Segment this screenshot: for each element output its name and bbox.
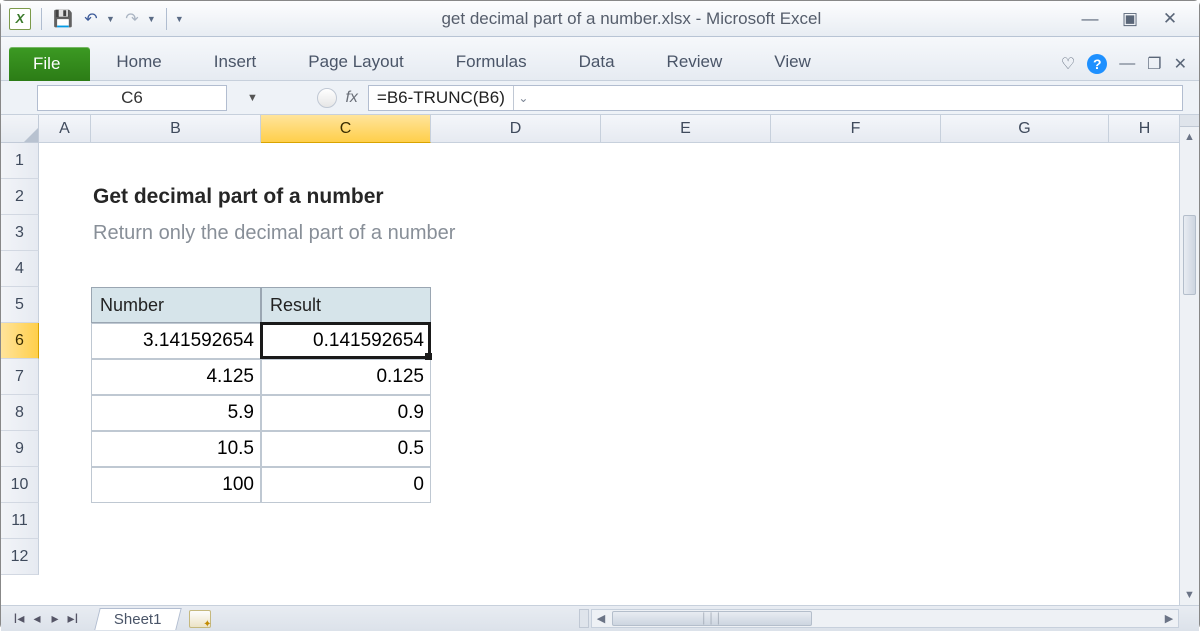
horizontal-scroll-thumb[interactable]: │││ [612, 611, 812, 626]
column-header-E[interactable]: E [601, 115, 771, 143]
scroll-up-icon[interactable]: ▲ [1180, 127, 1199, 147]
home-tab[interactable]: Home [90, 44, 187, 80]
table-header-result[interactable]: Result [261, 287, 431, 323]
scroll-right-icon[interactable]: ▶ [1160, 612, 1178, 625]
save-button[interactable]: 💾 [52, 8, 74, 30]
column-header-H[interactable]: H [1109, 115, 1181, 143]
cell-title[interactable]: Get decimal part of a number [91, 179, 791, 215]
worksheet-grid: 123456789101112 ABCDEFGH Get decimal par… [1, 115, 1199, 605]
formula-bar: C6 ▼ fx =B6-TRUNC(B6) ⌄ [1, 81, 1199, 115]
table-cell-number-2[interactable]: 5.9 [91, 395, 261, 431]
row-header-4[interactable]: 4 [1, 251, 39, 287]
table-cell-number-1[interactable]: 4.125 [91, 359, 261, 395]
row-header-3[interactable]: 3 [1, 215, 39, 251]
row-header-11[interactable]: 11 [1, 503, 39, 539]
ribbon: File Home Insert Page Layout Formulas Da… [1, 37, 1199, 81]
table-cell-number-0[interactable]: 3.141592654 [91, 323, 261, 359]
column-header-A[interactable]: A [39, 115, 91, 143]
window-controls: — ▣ ✕ [1079, 10, 1199, 28]
help-icon[interactable]: ? [1087, 54, 1107, 74]
file-tab[interactable]: File [9, 47, 90, 81]
row-headers: 123456789101112 [1, 143, 39, 575]
redo-button[interactable]: ↷ [121, 8, 143, 30]
formula-text: =B6-TRUNC(B6) [377, 88, 505, 108]
sheet-tab-label: Sheet1 [114, 611, 162, 628]
table-header-number[interactable]: Number [91, 287, 261, 323]
new-sheet-button[interactable] [189, 610, 211, 628]
column-header-B[interactable]: B [91, 115, 261, 143]
table-cell-result-2[interactable]: 0.9 [261, 395, 431, 431]
table-cell-result-1[interactable]: 0.125 [261, 359, 431, 395]
horizontal-scrollbar[interactable]: ◀ │││ ▶ [591, 609, 1179, 628]
row-header-9[interactable]: 9 [1, 431, 39, 467]
row-header-5[interactable]: 5 [1, 287, 39, 323]
table-cell-result-4[interactable]: 0 [261, 467, 431, 503]
select-all-corner[interactable] [1, 115, 39, 143]
window-title: get decimal part of a number.xlsx - Micr… [184, 9, 1079, 29]
doc-close-button[interactable]: ✕ [1174, 54, 1187, 74]
minimize-button[interactable]: — [1079, 10, 1101, 28]
table-cell-number-4[interactable]: 100 [91, 467, 261, 503]
table-cell-number-3[interactable]: 10.5 [91, 431, 261, 467]
first-sheet-button[interactable]: I◂ [11, 610, 27, 627]
vertical-split-handle[interactable] [1180, 115, 1199, 127]
column-header-G[interactable]: G [941, 115, 1109, 143]
doc-minimize-button[interactable]: — [1119, 55, 1135, 73]
undo-button[interactable]: ↶ [80, 8, 102, 30]
formula-bar-expand-icon[interactable]: ⌄ [513, 86, 533, 110]
scroll-left-icon[interactable]: ◀ [592, 612, 610, 625]
column-header-C[interactable]: C [261, 115, 431, 143]
tab-split-handle[interactable] [579, 609, 589, 628]
last-sheet-button[interactable]: ▸I [65, 610, 81, 627]
maximize-button[interactable]: ▣ [1119, 10, 1141, 28]
vertical-scrollbar[interactable]: ▲ ▼ [1179, 115, 1199, 605]
prev-sheet-button[interactable]: ◂ [29, 610, 45, 627]
name-box[interactable]: C6 [37, 85, 227, 111]
qat-customize-icon[interactable]: ▼ [175, 14, 184, 24]
next-sheet-button[interactable]: ▸ [47, 610, 63, 627]
quick-access-toolbar: 💾 ↶ ▼ ↷ ▼ ▼ [1, 8, 184, 30]
sheet-tab[interactable]: Sheet1 [94, 608, 181, 630]
cancel-formula-button[interactable] [317, 88, 337, 108]
row-header-8[interactable]: 8 [1, 395, 39, 431]
name-box-dropdown-icon[interactable]: ▼ [247, 92, 258, 104]
cells-area[interactable]: Get decimal part of a numberReturn only … [39, 143, 1199, 605]
review-tab[interactable]: Review [641, 44, 749, 80]
formula-input[interactable]: =B6-TRUNC(B6) ⌄ [368, 85, 1183, 111]
row-header-7[interactable]: 7 [1, 359, 39, 395]
qat-divider [41, 8, 42, 30]
doc-restore-button[interactable]: ❐ [1147, 54, 1161, 74]
row-header-1[interactable]: 1 [1, 143, 39, 179]
column-header-D[interactable]: D [431, 115, 601, 143]
scroll-down-icon[interactable]: ▼ [1180, 585, 1199, 605]
row-header-10[interactable]: 10 [1, 467, 39, 503]
close-button[interactable]: ✕ [1159, 10, 1181, 28]
view-tab[interactable]: View [748, 44, 837, 80]
table-cell-result-3[interactable]: 0.5 [261, 431, 431, 467]
sheet-tab-bar: I◂ ◂ ▸ ▸I Sheet1 ◀ │││ ▶ [1, 605, 1199, 631]
data-tab[interactable]: Data [553, 44, 641, 80]
insert-tab[interactable]: Insert [188, 44, 283, 80]
excel-logo-icon [9, 8, 31, 30]
row-header-2[interactable]: 2 [1, 179, 39, 215]
formulas-tab[interactable]: Formulas [430, 44, 553, 80]
redo-dropdown-icon[interactable]: ▼ [147, 14, 156, 24]
page-layout-tab[interactable]: Page Layout [282, 44, 429, 80]
fx-icon[interactable]: fx [345, 89, 357, 107]
ribbon-minimize-icon[interactable]: ♡ [1061, 54, 1075, 74]
column-header-F[interactable]: F [771, 115, 941, 143]
vertical-scroll-thumb[interactable] [1183, 215, 1196, 295]
cell-subtitle[interactable]: Return only the decimal part of a number [91, 215, 791, 251]
column-headers: ABCDEFGH [39, 115, 1199, 143]
title-bar: 💾 ↶ ▼ ↷ ▼ ▼ get decimal part of a number.x… [1, 1, 1199, 37]
qat-divider [166, 8, 167, 30]
name-box-value: C6 [121, 88, 143, 108]
row-header-6[interactable]: 6 [1, 323, 39, 359]
table-cell-result-0[interactable]: 0.141592654 [261, 323, 431, 359]
undo-dropdown-icon[interactable]: ▼ [106, 14, 115, 24]
row-header-12[interactable]: 12 [1, 539, 39, 575]
